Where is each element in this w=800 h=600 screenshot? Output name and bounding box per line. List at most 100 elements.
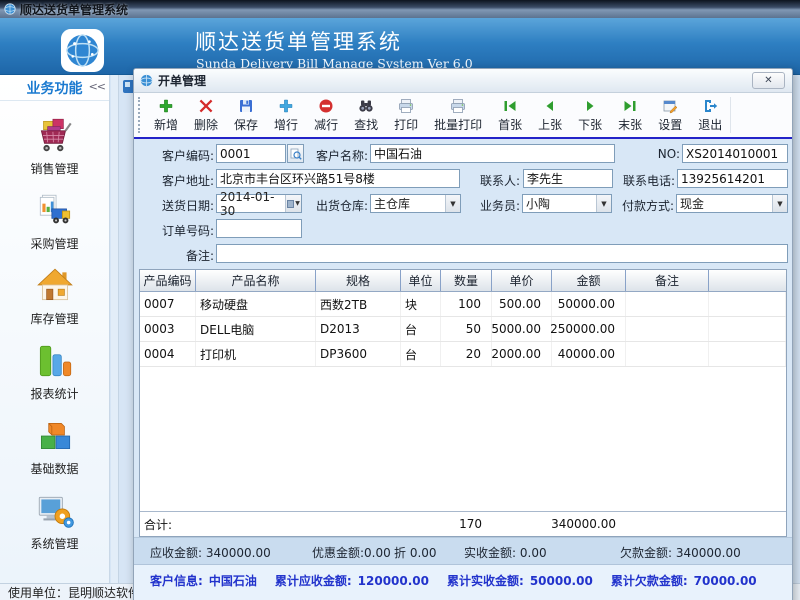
customer-info-label: 客户信息: [150,574,203,588]
binoculars-icon [358,98,374,114]
cum-received-label: 累计实收金额: [447,574,524,588]
table-row[interactable]: 0003 DELL电脑 D2013 台 50 5000.00 250000.00 [140,317,786,342]
bill-no-input[interactable] [682,144,788,163]
toolbar-button-last[interactable]: 末张 [610,93,650,137]
previous-icon [542,98,558,114]
order-no-input[interactable] [216,219,302,238]
header-amount: 金额 [552,270,626,291]
sidebar-item-sales[interactable]: 销售管理 [0,109,109,184]
cell-code: 0004 [140,342,196,366]
sidebar-item-label: 库存管理 [30,310,78,327]
table-row[interactable]: 0004 打印机 DP3600 台 20 2000.00 40000.00 [140,342,786,367]
last-icon [622,98,638,114]
warehouse-select[interactable]: 主仓库 ▼ [370,194,461,213]
toolbar-button-save[interactable]: 保存 [226,93,266,137]
received-summary: 实收金额: 0.00 [464,544,547,561]
toolbar-button-settings[interactable]: 设置 [650,93,690,137]
salesman-select[interactable]: 小陶 ▼ [522,194,612,213]
cum-receivable-value: 120000.00 [358,574,429,588]
cell-price: 5000.00 [492,317,552,341]
customer-code-input[interactable] [216,144,286,163]
first-icon [502,98,518,114]
exit-icon [702,98,718,114]
customer-code-label: 客户编码: [140,147,214,164]
sidebar-item-basedata[interactable]: 基础数据 [0,409,109,484]
toolbar-end-divider [730,97,731,133]
toolbar-button-delete[interactable]: 删除 [186,93,226,137]
summary-bar: 应收金额: 340000.00 优惠金额:0.00 折 0.00 实收金额: 0… [134,537,792,564]
sidebar-item-label: 采购管理 [30,235,78,252]
phone-input[interactable] [677,169,788,188]
toolbar-button-print[interactable]: 打印 [386,93,426,137]
delivery-date-label: 送货日期: [140,197,214,214]
toolbar-button-batch-print[interactable]: 批量打印 [426,93,490,137]
toolbar-button-remove-row[interactable]: 减行 [306,93,346,137]
settings-icon [662,98,678,114]
cell-qty: 50 [441,317,492,341]
phone-label: 联系电话: [607,172,675,189]
cell-spec: 西数2TB [316,292,401,316]
delivery-date-picker[interactable]: 2014-01-30 ▼ [216,194,302,213]
toolbar-button-new[interactable]: 新增 [146,93,186,137]
application-window: 顺达送货单管理系统 顺达送货单管理系统 Sunda Delivery Bill … [0,0,800,600]
customer-address-input[interactable] [216,169,460,188]
cell-amount: 250000.00 [552,317,626,341]
remark-input[interactable] [216,244,788,263]
remark-label: 备注: [140,247,214,264]
toolbar-button-first[interactable]: 首张 [490,93,530,137]
received-value: 0.00 [520,546,547,560]
os-titlebar[interactable]: 顺达送货单管理系统 [0,0,800,18]
purchase-truck-icon [34,190,76,232]
contact-label: 联系人: [452,172,520,189]
cum-debt-value: 70000.00 [694,574,757,588]
header-unit: 单位 [401,270,441,291]
sidebar-item-inventory[interactable]: 库存管理 [0,259,109,334]
discount-rate-summary: 折 0.00 [394,544,437,561]
toolbar-button-previous[interactable]: 上张 [530,93,570,137]
cell-filler [709,342,786,366]
product-table: 产品编码 产品名称 规格 单位 数量 单价 金额 备注 0007 移动硬盘 西数… [139,269,787,537]
toolbar-grip[interactable] [138,97,143,133]
customer-name-input[interactable] [370,144,615,163]
sidebar-item-label: 销售管理 [30,160,78,177]
dialog-globe-icon [140,74,153,87]
contact-input[interactable] [523,169,613,188]
sidebar-item-system[interactable]: 系统管理 [0,484,109,559]
total-amount: 340000.00 [552,512,626,536]
header-price: 单价 [492,270,552,291]
sidebar: 业务功能 << 销售管理 [0,75,110,583]
blocks-icon [34,415,76,457]
toolbar-button-next[interactable]: 下张 [570,93,610,137]
discount-rate-value: 0.00 [410,546,437,560]
cell-spec: D2013 [316,317,401,341]
close-icon: ✕ [764,75,772,86]
cell-unit: 台 [401,317,441,341]
payment-select[interactable]: 现金 ▼ [676,194,788,213]
printer-icon [398,98,414,114]
close-button[interactable]: ✕ [752,72,785,89]
sidebar-header-label: 业务功能 [27,78,83,98]
system-gear-icon [34,490,76,532]
header-spec: 规格 [316,270,401,291]
sidebar-item-label: 报表统计 [30,385,78,402]
toolbar-button-find[interactable]: 查找 [346,93,386,137]
calendar-dropdown-icon[interactable]: ▼ [285,195,301,212]
warehouse-label: 出货仓库: [300,197,368,214]
sidebar-collapse-button[interactable]: << [89,80,105,93]
table-row[interactable]: 0007 移动硬盘 西数2TB 块 100 500.00 50000.00 [140,292,786,317]
cell-code: 0007 [140,292,196,316]
receivable-value: 340000.00 [206,546,271,560]
discount-summary: 优惠金额:0.00 [312,544,391,561]
cell-qty: 20 [441,342,492,366]
toolbar-button-add-row[interactable]: 增行 [266,93,306,137]
table-header-row: 产品编码 产品名称 规格 单位 数量 单价 金额 备注 [140,270,786,292]
app-title: 顺达送货单管理系统 [195,26,402,56]
sidebar-splitter[interactable] [111,75,119,583]
sidebar-item-label: 系统管理 [30,535,78,552]
sidebar-item-purchase[interactable]: 采购管理 [0,184,109,259]
dialog-titlebar[interactable]: 开单管理 ✕ [134,69,792,93]
toolbar-button-exit[interactable]: 退出 [690,93,730,137]
sidebar-item-reports[interactable]: 报表统计 [0,334,109,409]
sidebar-item-label: 基础数据 [30,460,78,477]
cell-spec: DP3600 [316,342,401,366]
